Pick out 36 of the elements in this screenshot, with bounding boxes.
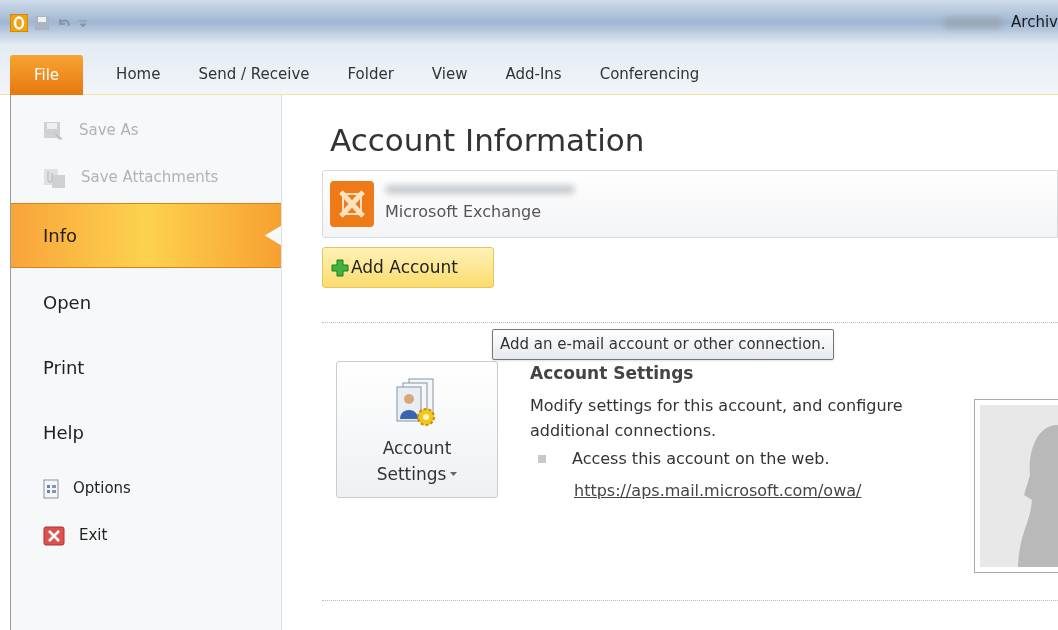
ribbon-tab[interactable]: Add-Ins	[490, 54, 577, 94]
document-icon	[43, 478, 59, 499]
plus-icon	[331, 258, 349, 277]
page-title: Account Information	[330, 125, 646, 156]
ribbon-tab[interactable]: View	[416, 54, 483, 94]
bullet-text: Access this account on the web.	[572, 447, 830, 470]
ribbon-tab[interactable]: Home	[101, 54, 176, 94]
add-account-button[interactable]: Add Account	[322, 247, 494, 288]
ribbon-tab[interactable]: Conferencing	[584, 54, 715, 94]
section-description: Modify settings for this account, and configure additional connections.	[530, 394, 904, 442]
app-icon[interactable]	[10, 13, 28, 32]
button-label-line: Account	[382, 437, 452, 460]
close-icon	[43, 525, 65, 546]
menu-item[interactable]: Help	[11, 400, 281, 465]
caret-icon	[450, 472, 458, 476]
attachment-icon	[43, 166, 67, 189]
disk-icon	[43, 120, 65, 141]
save-icon[interactable]	[34, 14, 50, 31]
blurred-text	[943, 17, 1004, 28]
menu-item[interactable]: Open	[11, 270, 281, 335]
menu-item[interactable]: Options	[11, 465, 281, 512]
menu-item[interactable]: Info	[11, 203, 281, 268]
section-heading: Account Settings	[530, 362, 695, 385]
window-title: Archiv	[1011, 12, 1058, 34]
button-label-line: Settings	[376, 463, 447, 486]
ribbon-tab[interactable]: Send / Receive	[183, 54, 325, 94]
bullet-icon	[538, 454, 546, 463]
account-card[interactable]: Microsoft Exchange	[322, 170, 1058, 238]
exchange-logo-icon	[329, 180, 375, 228]
menu-item[interactable]: Print	[11, 335, 281, 400]
web-access-link[interactable]: https://aps.mail.microsoft.com/owa/	[574, 478, 960, 503]
tooltip: Add an e-mail account or other connection.	[492, 329, 834, 360]
account-settings-button[interactable]: Account Settings	[336, 361, 498, 498]
ribbon-tab[interactable]: Folder	[332, 54, 409, 94]
account-type: Microsoft Exchange	[385, 200, 543, 223]
menu-item[interactable]: Exit	[11, 512, 281, 559]
